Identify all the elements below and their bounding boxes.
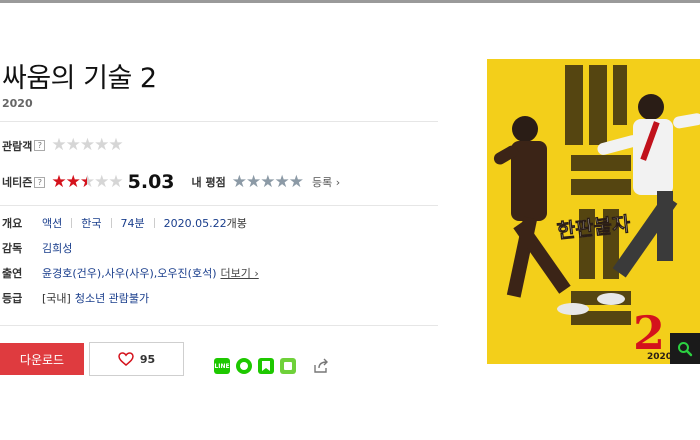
help-icon[interactable]: ? <box>34 176 46 188</box>
star-icon[interactable]: ★ <box>232 173 247 191</box>
like-button[interactable]: 95 <box>89 342 184 376</box>
separator <box>110 218 112 228</box>
heart-icon <box>118 352 134 366</box>
cast-label: 출연 <box>2 267 23 280</box>
separator <box>71 218 73 228</box>
my-rating-label: 내 평점 <box>191 176 226 189</box>
overview-label: 개요 <box>2 217 23 230</box>
band-share-icon[interactable] <box>236 358 252 374</box>
director-link[interactable]: 김희성 <box>42 240 72 256</box>
grade-label: 등급 <box>2 292 23 305</box>
like-count: 95 <box>139 352 156 366</box>
star-icon: ★ <box>94 171 109 192</box>
bookmark-share-icon[interactable] <box>258 358 274 374</box>
search-icon <box>678 341 693 356</box>
movie-title: 싸움의 기술 2 <box>2 63 157 94</box>
cast-link[interactable]: 오우진 <box>157 265 187 281</box>
my-rating-stars[interactable]: ★ ★ ★ ★ ★ <box>232 173 304 191</box>
runtime: 74분 <box>120 217 145 230</box>
country-link[interactable]: 한국 <box>81 215 101 231</box>
star-icon: ★ <box>108 171 123 192</box>
star-icon: ★ <box>108 135 123 155</box>
star-icon: ★ <box>65 171 81 192</box>
grade-scope: [국내] <box>42 292 71 305</box>
star-icon: ★ <box>79 135 95 155</box>
star-icon: ★ <box>51 171 66 192</box>
download-button[interactable]: 다운로드 <box>0 343 84 375</box>
star-icon[interactable]: ★ <box>260 173 275 191</box>
star-icon: ★ <box>65 135 81 155</box>
grade-row: 등급 [국내] 청소년 관람불가 <box>2 290 149 306</box>
zoom-search-button[interactable] <box>670 333 700 364</box>
top-border <box>0 0 700 3</box>
half-star-icon: ★ <box>79 171 95 192</box>
divider <box>0 121 438 122</box>
audience-stars: ★ ★ ★ ★ ★ <box>51 135 123 155</box>
share-icon[interactable] <box>313 358 329 374</box>
register-rating-link[interactable]: 등록 › <box>312 174 340 190</box>
cast-role: (건우) <box>72 267 102 280</box>
cast-link[interactable]: 사우 <box>105 265 125 281</box>
grade-link[interactable]: 청소년 관람불가 <box>75 290 149 306</box>
netizen-score: 5.03 <box>127 171 175 193</box>
cast-role: (사우) <box>124 267 154 280</box>
audience-label: 관람객 <box>2 139 33 153</box>
director-label: 감독 <box>2 242 23 255</box>
memo-share-icon[interactable] <box>280 358 296 374</box>
separator <box>153 218 155 228</box>
movie-year: 2020 <box>2 97 33 110</box>
release-suffix: 개봉 <box>226 217 247 230</box>
netizen-label: 네티즌 <box>2 176 33 189</box>
genre-link[interactable]: 액션 <box>42 215 62 231</box>
audience-rating-row: 관람객 ? ★ ★ ★ ★ ★ <box>2 135 124 155</box>
star-icon[interactable]: ★ <box>246 173 261 191</box>
star-icon: ★ <box>51 135 66 155</box>
star-icon[interactable]: ★ <box>274 173 289 191</box>
divider <box>0 205 438 206</box>
cast-role: (호석) <box>187 267 217 280</box>
cast-link[interactable]: 윤경호 <box>42 265 72 281</box>
line-share-icon[interactable]: LINE <box>214 358 230 374</box>
star-icon: ★ <box>94 135 109 155</box>
help-icon[interactable]: ? <box>34 140 46 151</box>
movie-poster[interactable]: 한판붙자 2 2020.05 <box>487 59 700 364</box>
poster-image: 한판붙자 2 2020.05 <box>487 59 700 364</box>
overview-row: 개요 액션 한국 74분 2020.05.22 개봉 <box>2 215 247 231</box>
more-cast-link[interactable]: 더보기 › <box>220 265 258 281</box>
netizen-stars: ★ ★ ★ ★ ★ <box>51 171 123 192</box>
divider <box>0 325 438 326</box>
netizen-rating-row: 네티즌 ? ★ ★ ★ ★ ★ 5.03 내 평점 ★ ★ ★ ★ ★ 등록 › <box>2 171 340 193</box>
star-icon[interactable]: ★ <box>289 173 304 191</box>
director-row: 감독 김희성 <box>2 240 72 256</box>
release-date-link[interactable]: 2020.05.22 <box>164 217 227 230</box>
cast-row: 출연 윤경호 (건우), 사우 (사우), 오우진 (호석) 더보기 › <box>2 265 259 281</box>
